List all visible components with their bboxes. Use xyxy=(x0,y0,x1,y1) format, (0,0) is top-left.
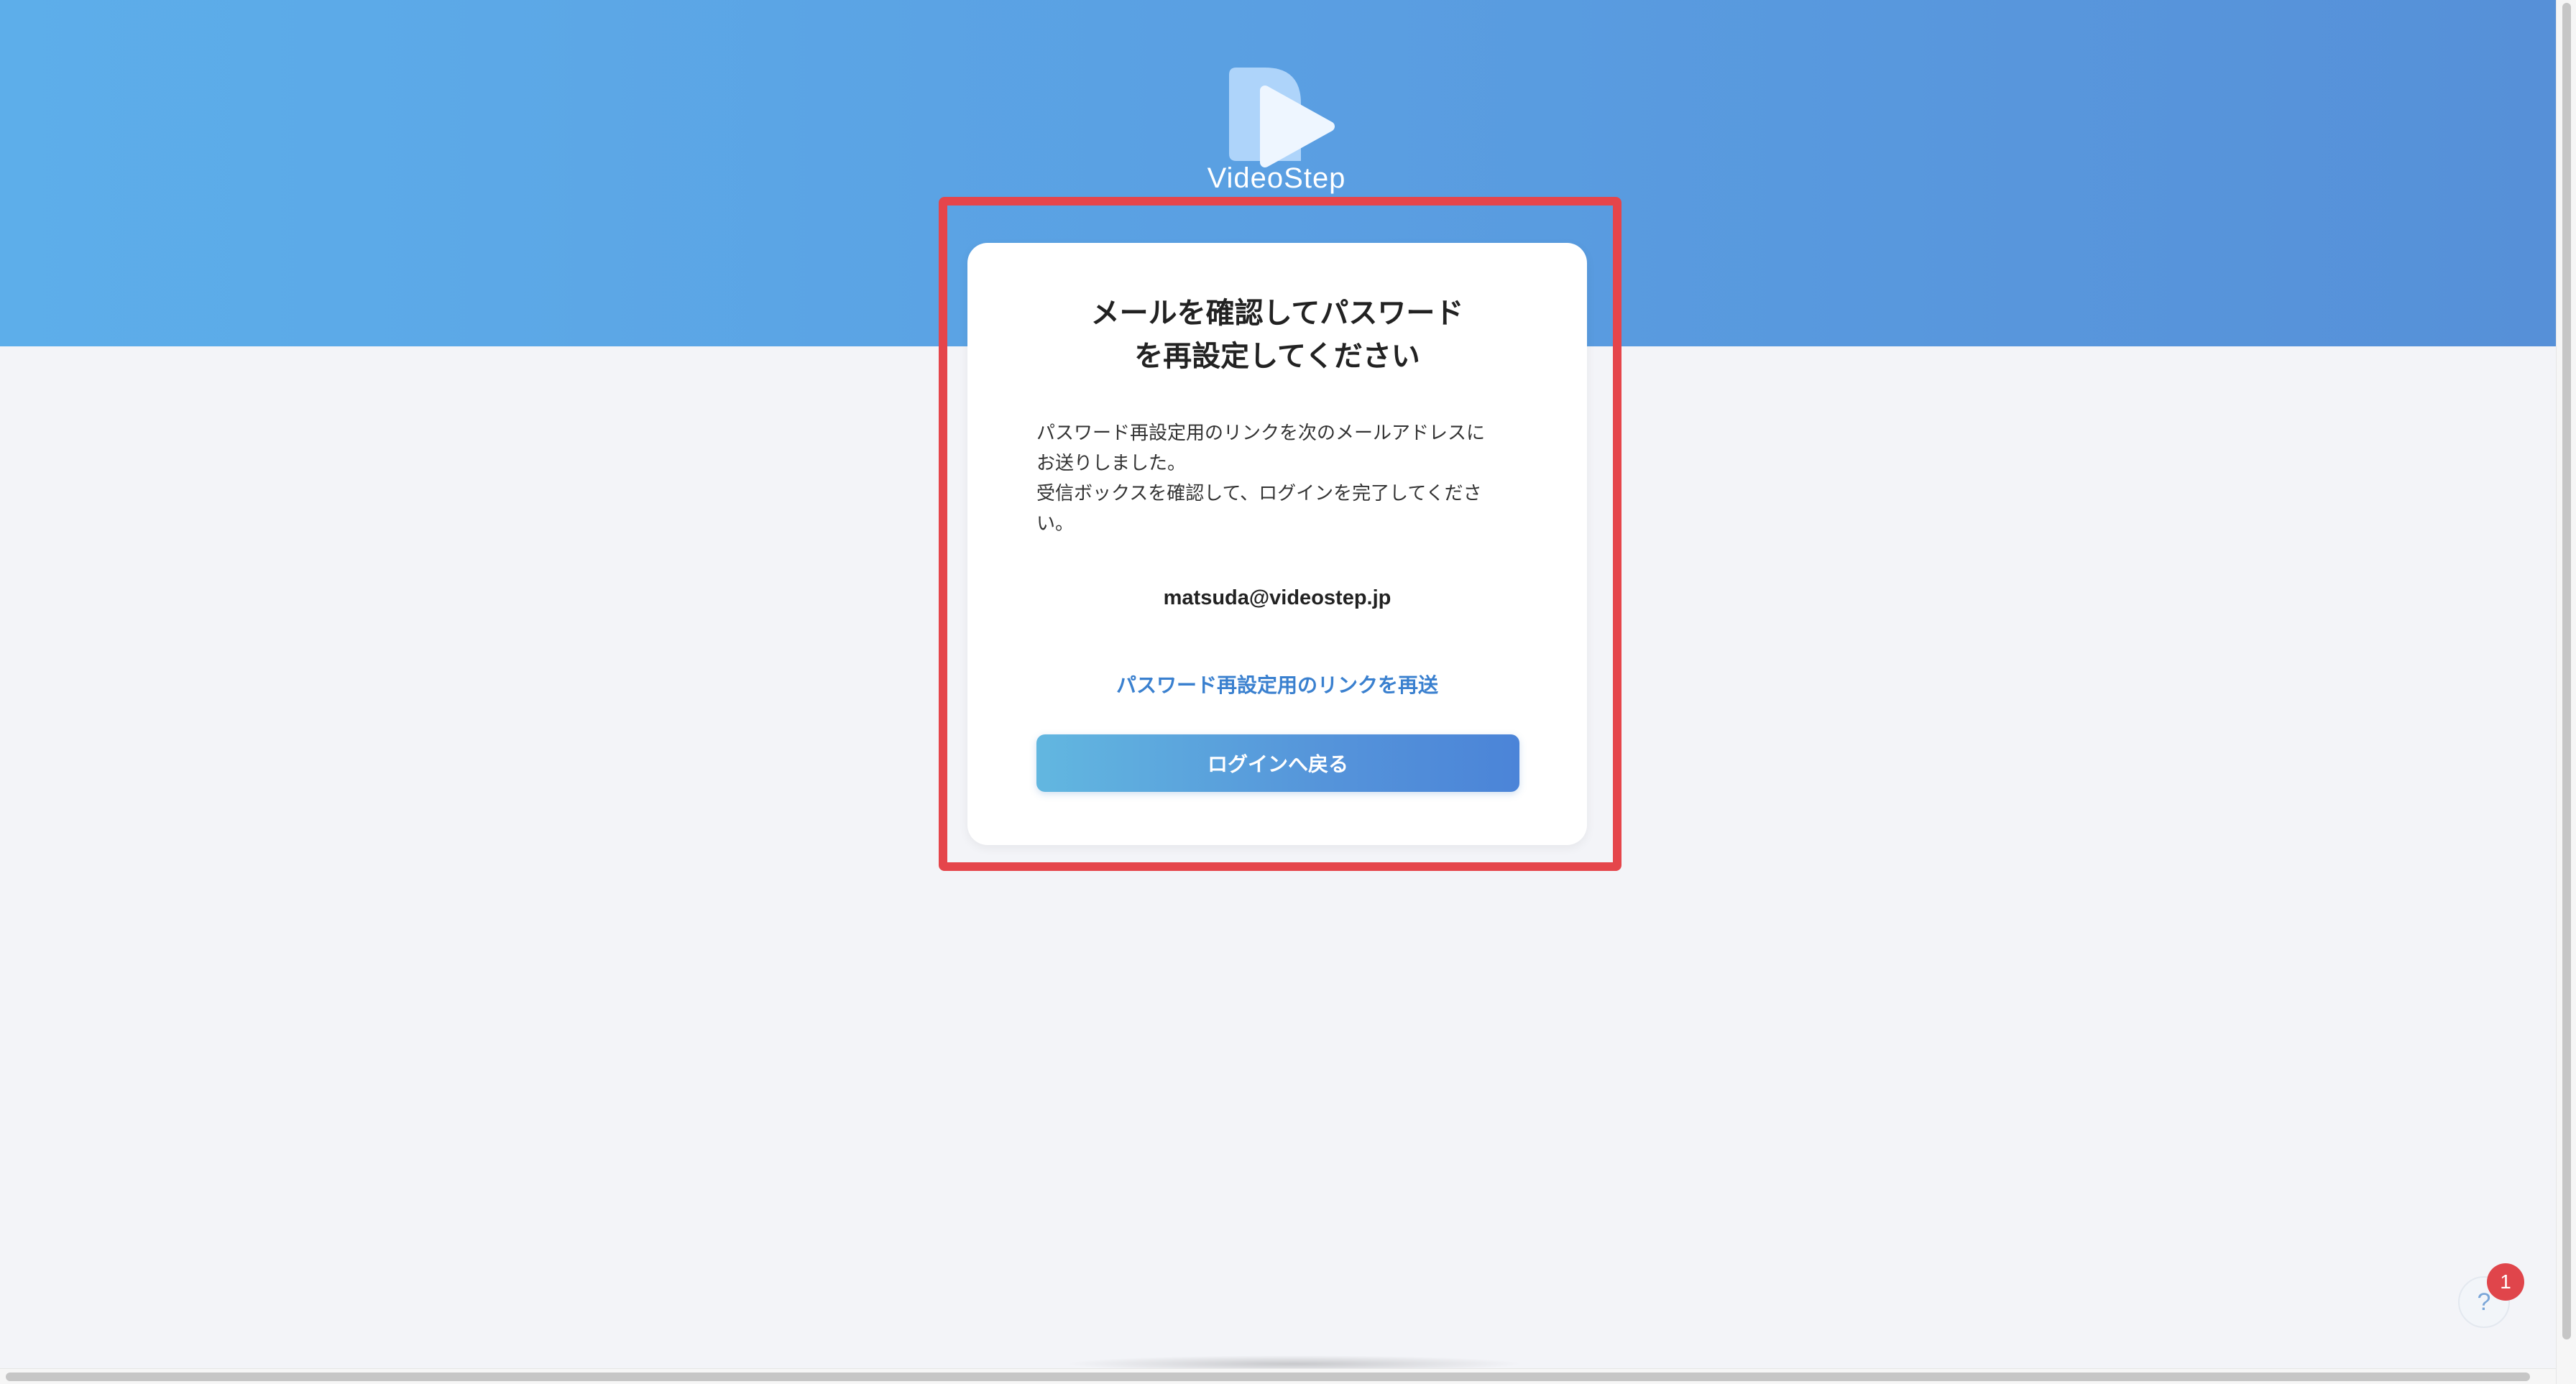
resend-link[interactable]: パスワード再設定用のリンクを再送 xyxy=(967,670,1587,698)
password-reset-card: メールを確認してパスワード を再設定してください パスワード再設定用のリンクを次… xyxy=(967,243,1587,845)
page: VideoStep メールを確認してパスワード を再設定してください パスワード… xyxy=(0,0,2576,1384)
back-to-login-button[interactable]: ログインへ戻る xyxy=(1036,734,1519,792)
vertical-scrollbar-thumb[interactable] xyxy=(2562,3,2571,1339)
card-title: メールを確認してパスワード を再設定してください xyxy=(1090,297,1464,373)
notification-badge: 1 xyxy=(2487,1263,2524,1301)
vertical-scrollbar[interactable] xyxy=(2556,0,2576,1384)
card-message: パスワード再設定用のリンクを次のメールアドレスに お送りしました。 受信ボックス… xyxy=(1036,423,1486,535)
logo-wordmark: VideoStep xyxy=(1207,162,1346,194)
help-icon: ? xyxy=(2477,1288,2491,1316)
email-address: matsuda@videostep.jp xyxy=(1163,586,1392,609)
horizontal-scrollbar[interactable] xyxy=(0,1368,2556,1384)
horizontal-scrollbar-thumb[interactable] xyxy=(6,1373,2530,1381)
play-icon xyxy=(1229,68,1335,167)
